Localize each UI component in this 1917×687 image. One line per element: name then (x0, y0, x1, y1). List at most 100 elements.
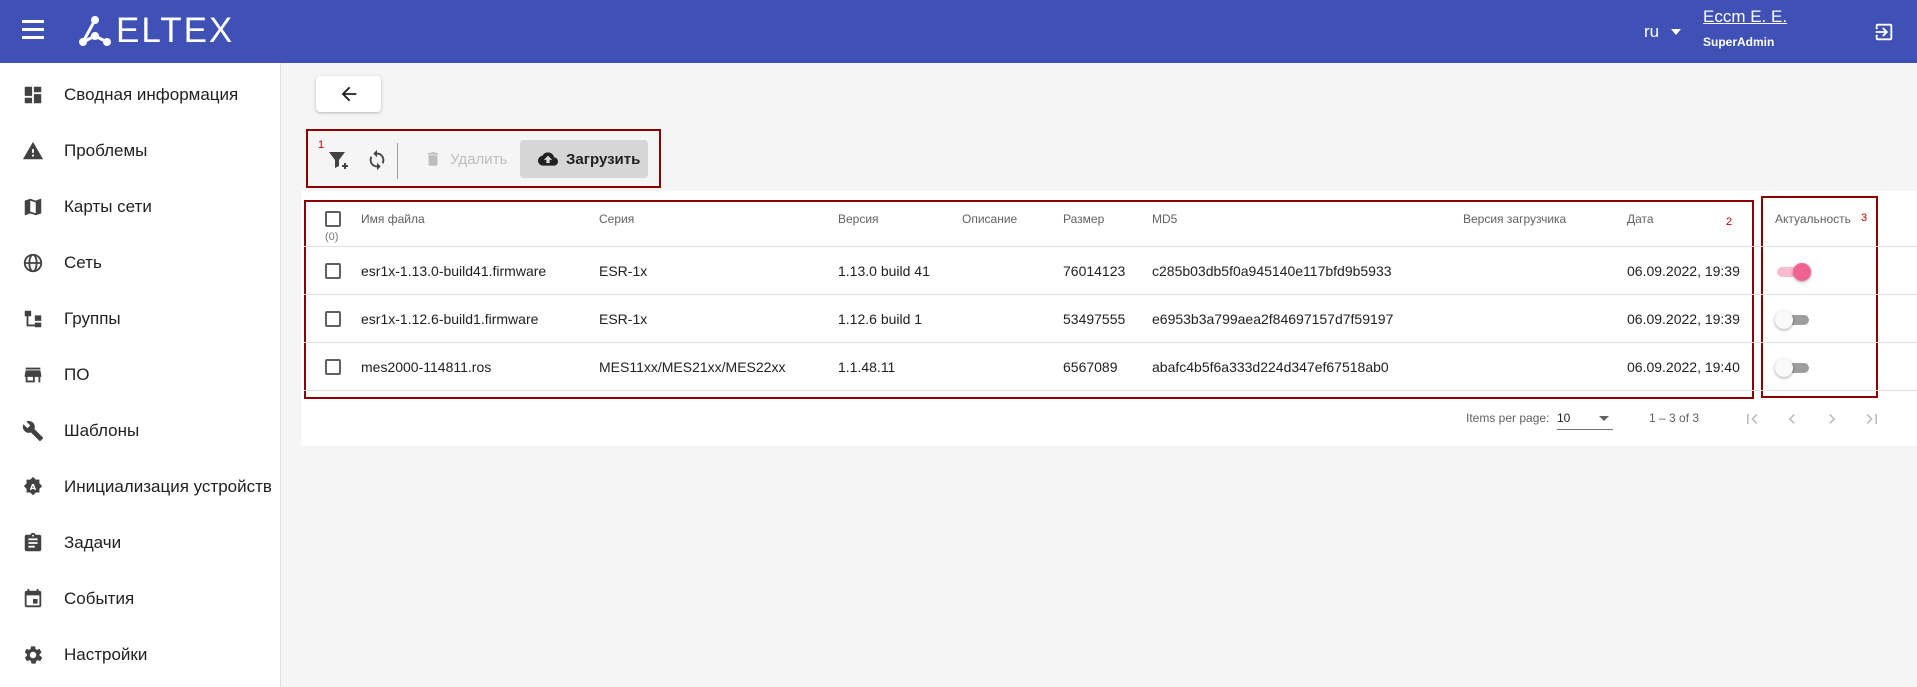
column-header-date[interactable]: Дата (1627, 212, 1654, 226)
svg-text:A: A (30, 482, 37, 492)
cell-md5: e6953b3a799aea2f84697157d7f59197 (1152, 311, 1394, 327)
first-page-icon[interactable] (1740, 407, 1764, 431)
cell-series: MES11xx/MES21xx/MES22xx (599, 359, 786, 375)
column-header-md5[interactable]: MD5 (1152, 212, 1177, 226)
add-filter-icon[interactable] (324, 146, 352, 174)
cell-md5: abafc4b5f6a333d224d347ef67518ab0 (1152, 359, 1389, 375)
row-checkbox[interactable] (325, 311, 341, 327)
column-header-filename[interactable]: Имя файла (361, 212, 425, 226)
dashboard-icon (21, 83, 45, 107)
cell-version: 1.12.6 build 1 (838, 311, 923, 327)
wrench-icon (21, 419, 45, 443)
language-value: ru (1644, 22, 1660, 41)
last-page-icon[interactable] (1860, 407, 1884, 431)
sidebar-item-network-maps[interactable]: Карты сети (0, 179, 280, 235)
sidebar-item-templates[interactable]: Шаблоны (0, 403, 280, 459)
back-button[interactable] (316, 76, 381, 112)
sidebar-item-label: Карты сети (64, 197, 152, 216)
chevron-down-icon (1599, 416, 1609, 421)
cell-date: 06.09.2022, 19:39 (1627, 311, 1740, 327)
user-name-link[interactable]: Eccm E. E. (1703, 7, 1787, 27)
warning-icon (21, 139, 45, 163)
items-per-page-label: Items per page: (1466, 411, 1550, 425)
sidebar-item-groups[interactable]: Группы (0, 291, 280, 347)
brand-name: ELTEX (116, 11, 235, 50)
relevance-toggle[interactable] (1775, 261, 1811, 281)
sidebar-item-software[interactable]: ПО (0, 347, 280, 403)
eltex-logo: ELTEX (78, 11, 235, 50)
language-selector[interactable]: ru (1644, 22, 1682, 42)
calendar-icon (21, 587, 45, 611)
row-divider (304, 342, 1917, 343)
init-icon: A (21, 475, 45, 499)
sidebar-item-network[interactable]: Сеть (0, 235, 280, 291)
relevance-toggle[interactable] (1775, 309, 1811, 329)
sidebar-item-label: Сеть (64, 253, 102, 272)
selected-count: (0) (325, 231, 339, 243)
cell-version: 1.13.0 build 41 (838, 263, 930, 279)
sidebar-item-problems[interactable]: Проблемы (0, 123, 280, 179)
logo-nodes-icon (79, 16, 111, 46)
column-header-version[interactable]: Версия (838, 212, 879, 226)
sidebar-item-label: Настройки (64, 645, 148, 664)
user-role: SuperAdmin (1703, 35, 1775, 49)
toolbar-divider (397, 143, 398, 179)
store-icon (21, 363, 45, 387)
cell-md5: c285b03db5f0a945140e117bfd9b5933 (1152, 263, 1392, 279)
row-checkbox[interactable] (325, 263, 341, 279)
row-checkbox[interactable] (325, 359, 341, 375)
sidebar-item-tasks[interactable]: Задачи (0, 515, 280, 571)
sidebar-item-dashboard[interactable]: Сводная информация (0, 67, 280, 123)
hamburger-menu-icon[interactable] (22, 20, 48, 44)
refresh-icon[interactable] (363, 146, 391, 174)
cell-filename: mes2000-114811.ros (361, 359, 492, 375)
gear-icon (21, 643, 45, 667)
column-header-description[interactable]: Описание (962, 212, 1017, 226)
cell-date: 06.09.2022, 19:39 (1627, 263, 1740, 279)
groups-icon (21, 307, 45, 331)
delete-button[interactable]: Удалить (424, 143, 507, 175)
cloud-upload-icon (538, 152, 558, 166)
row-divider (304, 390, 1917, 391)
upload-button[interactable]: Загрузить (520, 140, 648, 178)
next-page-icon[interactable] (1820, 407, 1844, 431)
annotation-marker-2: 2 (1726, 216, 1733, 228)
column-header-size[interactable]: Размер (1063, 212, 1104, 226)
clipboard-icon (21, 531, 45, 555)
cell-size: 76014123 (1063, 263, 1126, 279)
delete-button-label: Удалить (450, 150, 508, 168)
chevron-down-icon (1671, 29, 1682, 35)
sidebar-item-label: Задачи (64, 533, 122, 552)
annotation-marker-3: 3 (1861, 212, 1868, 224)
cell-filename: esr1x-1.12.6-build1.firmware (361, 311, 539, 327)
select-all-checkbox[interactable] (325, 211, 341, 227)
items-per-page-value: 10 (1557, 411, 1571, 425)
cell-version: 1.1.48.11 (838, 359, 896, 375)
column-header-relevance[interactable]: Актуальность (1775, 212, 1851, 226)
trash-icon (427, 152, 439, 166)
cell-series: ESR-1x (599, 263, 648, 279)
pagination-range: 1 – 3 of 3 (1649, 411, 1700, 425)
sidebar-item-label: Проблемы (64, 141, 148, 160)
header-divider (304, 246, 1917, 247)
cell-filename: esr1x-1.13.0-build41.firmware (361, 263, 547, 279)
map-icon (21, 195, 45, 219)
arrow-left-icon (341, 86, 356, 102)
globe-icon (21, 251, 45, 275)
sidebar-item-device-init[interactable]: A Инициализация устройств (0, 459, 280, 515)
relevance-toggle[interactable] (1775, 357, 1811, 377)
sidebar-item-settings[interactable]: Настройки (0, 627, 280, 683)
column-header-series[interactable]: Серия (599, 212, 634, 226)
column-header-bootloader-version[interactable]: Версия загрузчика (1463, 212, 1566, 226)
row-divider (304, 294, 1917, 295)
sidebar-item-label: Инициализация устройств (64, 477, 272, 496)
logout-icon[interactable] (1873, 21, 1895, 43)
upload-button-label: Загрузить (566, 150, 641, 168)
previous-page-icon[interactable] (1780, 407, 1804, 431)
items-per-page-select[interactable]: 10 (1557, 408, 1613, 430)
sidebar-item-events[interactable]: События (0, 571, 280, 627)
sidebar-item-label: ПО (64, 365, 90, 384)
sidebar-item-label: Сводная информация (64, 85, 239, 104)
sidebar-item-label: Группы (64, 309, 121, 328)
user-info: Eccm E. E. SuperAdmin (1703, 7, 1787, 49)
